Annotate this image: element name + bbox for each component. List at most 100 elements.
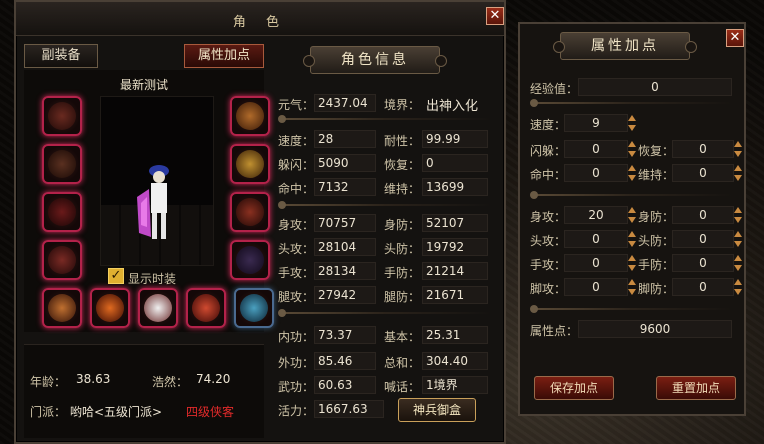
divider	[278, 309, 492, 317]
save-points-button[interactable]: 保存加点	[534, 376, 614, 400]
leg-def-label: 腿防：	[384, 290, 421, 304]
window-titlebar[interactable]: 角 色	[16, 2, 504, 36]
total-value: 304.40	[422, 352, 488, 370]
realm-value: 出神入化	[426, 99, 479, 114]
shout-value: 1境界	[422, 376, 488, 394]
head-def-value: 19792	[422, 238, 488, 256]
leg-atk-stepper[interactable]	[628, 278, 637, 296]
tab-sub-equipment[interactable]: 副装备	[24, 44, 98, 68]
reset-points-button[interactable]: 重置加点	[656, 376, 736, 400]
speed-label: 速度：	[278, 134, 315, 148]
maintain-value: 13699	[422, 178, 488, 196]
exp-label: 经验值：	[530, 82, 579, 96]
attr-body-def-label: 身防：	[638, 210, 675, 224]
equip-slot-helmet[interactable]	[42, 96, 82, 136]
shout-label: 喊话：	[384, 380, 421, 394]
close-icon[interactable]: ✕	[486, 7, 504, 25]
equip-slot-fashion-clothes[interactable]	[138, 288, 178, 328]
equip-slot-ring[interactable]	[42, 288, 82, 328]
body-def-label: 身防：	[384, 218, 421, 232]
equip-slot-hat[interactable]	[230, 96, 270, 136]
base-value: 25.31	[422, 326, 488, 344]
attr-leg-def-value[interactable]: 0	[672, 278, 734, 296]
dodge-value: 5090	[314, 154, 376, 172]
attr-head-def-value[interactable]: 0	[672, 230, 734, 248]
hand-atk-stepper[interactable]	[628, 254, 637, 272]
attr-maintain-label: 维持：	[638, 168, 675, 182]
attr-hit-value[interactable]: 0	[564, 164, 628, 182]
equip-slot-boots[interactable]	[230, 240, 270, 280]
attr-speed-label: 速度：	[530, 118, 567, 132]
body-def-stepper[interactable]	[734, 206, 743, 224]
recover-value: 0	[422, 154, 488, 172]
divider	[530, 305, 732, 313]
check-icon[interactable]: ✓	[108, 268, 124, 284]
sect-label: 门派：	[30, 405, 67, 419]
window-title: 角 色	[232, 15, 288, 30]
speed-value: 28	[314, 130, 376, 148]
qi-label: 元气：	[278, 98, 315, 112]
attr-leg-atk-label: 脚攻：	[530, 282, 567, 296]
hit-stepper[interactable]	[628, 164, 637, 182]
attr-body-def-value[interactable]: 0	[672, 206, 734, 224]
attr-dodge-label: 闪躲：	[530, 144, 567, 158]
hit-value: 7132	[314, 178, 376, 196]
hand-def-value: 21214	[422, 262, 488, 280]
attr-body-atk-value[interactable]: 20	[564, 206, 628, 224]
character-model-viewport	[100, 96, 214, 266]
attr-header: 属性加点	[553, 32, 697, 60]
maintain-stepper[interactable]	[734, 164, 743, 182]
hit-label: 命中：	[278, 182, 315, 196]
weapon-box-button[interactable]: 神兵御盒	[398, 398, 476, 422]
attr-hit-label: 命中：	[530, 168, 567, 182]
points-label: 属性点：	[530, 324, 579, 338]
head-atk-stepper[interactable]	[628, 230, 637, 248]
haoran-value: 74.20	[196, 372, 231, 386]
equip-slot-mount[interactable]	[234, 288, 274, 328]
speed-stepper[interactable]	[628, 114, 637, 132]
divider	[530, 191, 732, 199]
head-def-stepper[interactable]	[734, 230, 743, 248]
equip-slot-fashion-hair[interactable]	[90, 288, 130, 328]
equip-slot-gloves[interactable]	[42, 192, 82, 232]
head-atk-value: 28104	[314, 238, 376, 256]
recover-stepper[interactable]	[734, 140, 743, 158]
attr-hand-def-value[interactable]: 0	[672, 254, 734, 272]
attr-maintain-value[interactable]: 0	[672, 164, 734, 182]
leg-def-stepper[interactable]	[734, 278, 743, 296]
attr-recover-label: 恢复：	[638, 144, 675, 158]
durability-value: 99.99	[422, 130, 488, 148]
dodge-stepper[interactable]	[628, 140, 637, 158]
realm-label: 境界：	[384, 98, 421, 112]
qi-value: 2437.04	[314, 94, 376, 112]
equip-slot-fashion-shoes[interactable]	[186, 288, 226, 328]
character-name: 最新测试	[119, 78, 168, 92]
attr-recover-value[interactable]: 0	[672, 140, 734, 158]
body-atk-stepper[interactable]	[628, 206, 637, 224]
attr-head-atk-value[interactable]: 0	[564, 230, 628, 248]
equip-slot-necklace[interactable]	[230, 144, 270, 184]
character-panel: 最新测试 ✓ 显示时装	[24, 70, 274, 332]
inner-label: 内功：	[278, 330, 315, 344]
attr-dodge-value[interactable]: 0	[564, 140, 628, 158]
attr-head-atk-label: 头攻：	[530, 234, 567, 248]
attr-hand-atk-value[interactable]: 0	[564, 254, 628, 272]
equip-slot-amulet[interactable]	[230, 192, 270, 232]
equip-slot-belt[interactable]	[42, 240, 82, 280]
char-info-header: 角色信息	[303, 46, 447, 74]
hand-def-stepper[interactable]	[734, 254, 743, 272]
close-icon[interactable]: ✕	[726, 29, 744, 47]
divider	[530, 99, 732, 107]
character-figure	[137, 165, 169, 239]
equip-slot-armor[interactable]	[42, 144, 82, 184]
attr-body-atk-label: 身攻：	[530, 210, 567, 224]
show-fashion-label: 显示时装	[128, 272, 177, 286]
outer-value: 85.46	[314, 352, 376, 370]
tab-attribute-points[interactable]: 属性加点	[184, 44, 264, 68]
body-atk-value: 70757	[314, 214, 376, 232]
attr-speed-value[interactable]: 9	[564, 114, 628, 132]
maintain-label: 维持：	[384, 182, 421, 196]
attr-head-def-label: 头防：	[638, 234, 675, 248]
attr-leg-atk-value[interactable]: 0	[564, 278, 628, 296]
exp-value: 0	[578, 78, 732, 96]
